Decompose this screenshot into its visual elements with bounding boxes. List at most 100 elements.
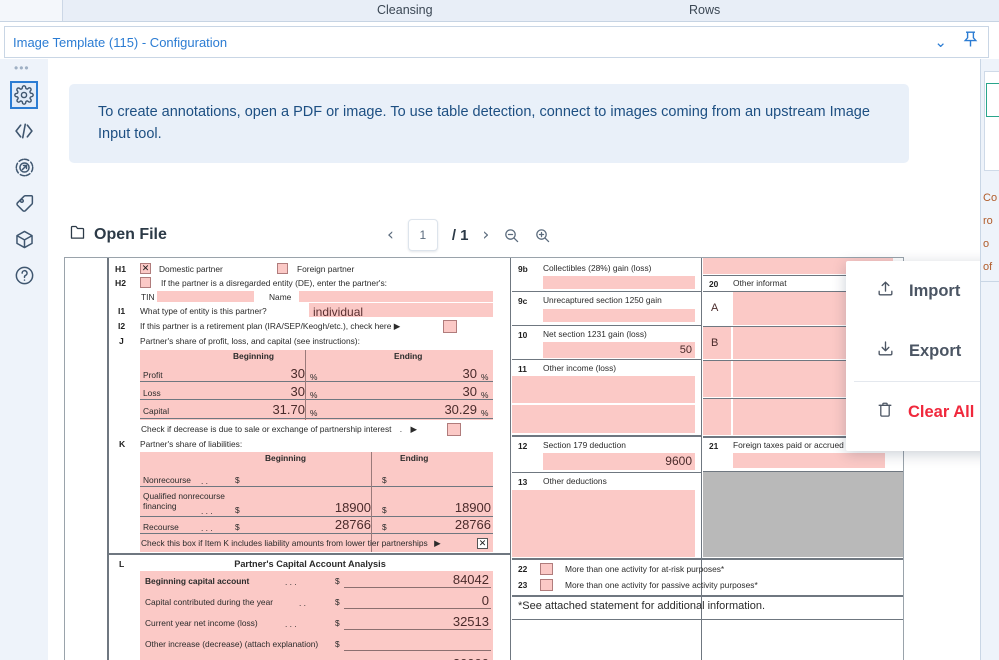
menu-item-import[interactable]: Import — [846, 261, 980, 321]
form-body: H1 ✕ Domestic partner Foreign partner H2… — [109, 258, 903, 660]
checkbox-decrease-sale-exchange[interactable] — [447, 423, 461, 436]
value-capital-contributed[interactable]: 0 — [345, 593, 489, 608]
value-loss-beginning[interactable]: 30 — [239, 384, 305, 399]
download-icon — [876, 339, 895, 363]
menu-item-clear-all-label: Clear All — [908, 402, 975, 421]
checkbox-mark-k: ✕ — [478, 538, 487, 548]
value-profit-ending[interactable]: 30 — [399, 366, 477, 381]
form-right-column: 9b Collectibles (28%) gain (loss) 9c Unr… — [512, 258, 903, 660]
page-number-input[interactable]: 1 — [407, 219, 438, 251]
value-loss-ending[interactable]: 30 — [399, 384, 477, 399]
chevron-right-icon[interactable]: › — [483, 226, 490, 244]
sidebar-item-code[interactable] — [10, 117, 38, 145]
right-dock-panel: Co ro o of — [980, 59, 999, 660]
row-field-10[interactable]: 50 — [543, 342, 695, 358]
row-field-12[interactable]: 9600 — [543, 453, 695, 470]
footnote-k-arrow: ▶ — [434, 538, 441, 548]
currency-nonrecourse-ending: $ — [382, 475, 387, 485]
value-current-year-net-income[interactable]: 32513 — [345, 614, 489, 629]
footnote-k: Check this box if Item K includes liabil… — [141, 538, 441, 549]
label-disregarded-entity: If the partner is a disregarded entity (… — [161, 278, 387, 288]
value-recourse-ending[interactable]: 28766 — [395, 517, 491, 532]
ribbon-tab-rows[interactable]: Rows — [689, 0, 720, 22]
row-num-20: 20 — [709, 279, 719, 289]
chevron-left-icon[interactable]: ‹ — [387, 226, 394, 244]
trash-icon — [876, 400, 894, 424]
pin-icon[interactable] — [963, 31, 978, 53]
import-export-menu: Import Export Clear All — [846, 261, 980, 451]
zoom-in-icon[interactable] — [534, 227, 551, 244]
sidebar-item-configuration[interactable] — [10, 81, 38, 109]
label-share-liabilities: Partner's share of liabilities: — [140, 439, 243, 449]
rail-drag-handle[interactable]: ••• — [14, 62, 30, 74]
value-qualified-beginning[interactable]: 18900 — [249, 500, 371, 515]
checkbox-retirement-plan[interactable] — [443, 320, 457, 333]
checkbox-lower-tier-partnerships[interactable]: ✕ — [477, 538, 488, 549]
chevron-down-icon[interactable]: ⌄ — [934, 34, 947, 50]
zoom-out-icon[interactable] — [503, 227, 520, 244]
ribbon-tab-cleansing[interactable]: Cleansing — [377, 0, 433, 22]
value-withdrawals[interactable]: 20000 — [345, 656, 489, 660]
far-cell-c-code[interactable] — [703, 361, 731, 397]
sidebar-item-annotation[interactable] — [10, 189, 38, 217]
checkbox-23[interactable] — [540, 579, 553, 591]
row-value-11-a[interactable] — [512, 376, 695, 403]
checkbox-foreign-partner[interactable] — [277, 263, 288, 274]
value-profit-beginning[interactable]: 30 — [239, 366, 305, 381]
value-beginning-capital[interactable]: 84042 — [345, 572, 489, 587]
row-label-other-increase: Other increase (decrease) (attach explan… — [145, 639, 319, 649]
currency-qualified-ending: $ — [382, 505, 387, 515]
row-dots-beginning-capital: . . . — [285, 577, 297, 587]
value-recourse-beginning[interactable]: 28766 — [249, 517, 371, 532]
row-dots-current-year: . . . — [285, 619, 297, 629]
row-num-21: 21 — [709, 441, 719, 451]
document-preview-page[interactable]: H1 ✕ Domestic partner Foreign partner H2… — [64, 257, 904, 660]
menu-item-export[interactable]: Export — [846, 321, 980, 381]
field-tin-value[interactable] — [157, 291, 254, 302]
row-label-10: Net section 1231 gain (loss) — [543, 329, 647, 339]
row-value-21[interactable] — [733, 453, 885, 468]
label-share-profit-loss-capital: Partner's share of profit, loss, and cap… — [140, 336, 360, 346]
sidebar-item-package[interactable] — [10, 225, 38, 253]
value-qualified-ending[interactable]: 18900 — [395, 500, 491, 515]
sidebar-item-runtime[interactable] — [10, 153, 38, 181]
footnote-k-text: Check this box if Item K includes liabil… — [141, 538, 428, 548]
checkbox-domestic-partner[interactable]: ✕ — [140, 263, 151, 274]
label-foreign-partner: Foreign partner — [297, 264, 355, 274]
box-icon — [14, 229, 35, 250]
checkbox-22[interactable] — [540, 563, 553, 575]
main-canvas: To create annotations, open a PDF or ima… — [48, 59, 980, 660]
row-value-9c[interactable] — [543, 309, 695, 322]
checkbox-disregarded-entity[interactable] — [140, 277, 151, 288]
value-capital-ending[interactable]: 30.29 — [392, 402, 477, 417]
dock-text-3: of — [983, 261, 993, 273]
row-label-11: Other income (loss) — [543, 363, 617, 373]
value-capital-beginning[interactable]: 31.70 — [227, 402, 305, 417]
row-value-13[interactable] — [512, 490, 695, 557]
menu-item-clear-all[interactable]: Clear All — [846, 382, 980, 442]
dock-text-0: Co — [983, 192, 998, 204]
empty-state-notice: To create annotations, open a PDF or ima… — [69, 84, 909, 163]
row-value-11-b[interactable] — [512, 405, 695, 433]
row-num-11: 11 — [518, 364, 527, 374]
row-label-qualified-nonrecourse: Qualified nonrecourse financing — [143, 491, 225, 511]
row-label-recourse: Recourse — [143, 522, 179, 532]
page-left-gutter — [65, 258, 109, 660]
document-toolbar: Open File ‹ 1 / 1 › — [69, 214, 909, 256]
row-num-20b: B — [711, 337, 719, 349]
field-name-value[interactable] — [299, 291, 493, 302]
row-value-9b[interactable] — [543, 276, 695, 289]
open-file-button[interactable]: Open File — [69, 224, 167, 246]
currency-recourse-ending: $ — [382, 522, 387, 532]
page-total-label: / 1 — [451, 226, 469, 244]
dock-text-1: ro — [983, 215, 993, 227]
far-cell-d-code[interactable] — [703, 399, 731, 435]
footnote-j-text: Check if decrease is due to sale or exch… — [141, 424, 392, 434]
row-value-12: 9600 — [665, 454, 692, 468]
currency-capital-contributed: $ — [335, 597, 340, 607]
field-entity-type-value[interactable]: individual — [309, 303, 493, 319]
sidebar-item-help[interactable] — [10, 261, 38, 289]
menu-item-export-label: Export — [909, 341, 962, 360]
row-num-22: 22 — [518, 564, 528, 574]
footnote-j-arrow: ▶ — [410, 424, 417, 434]
